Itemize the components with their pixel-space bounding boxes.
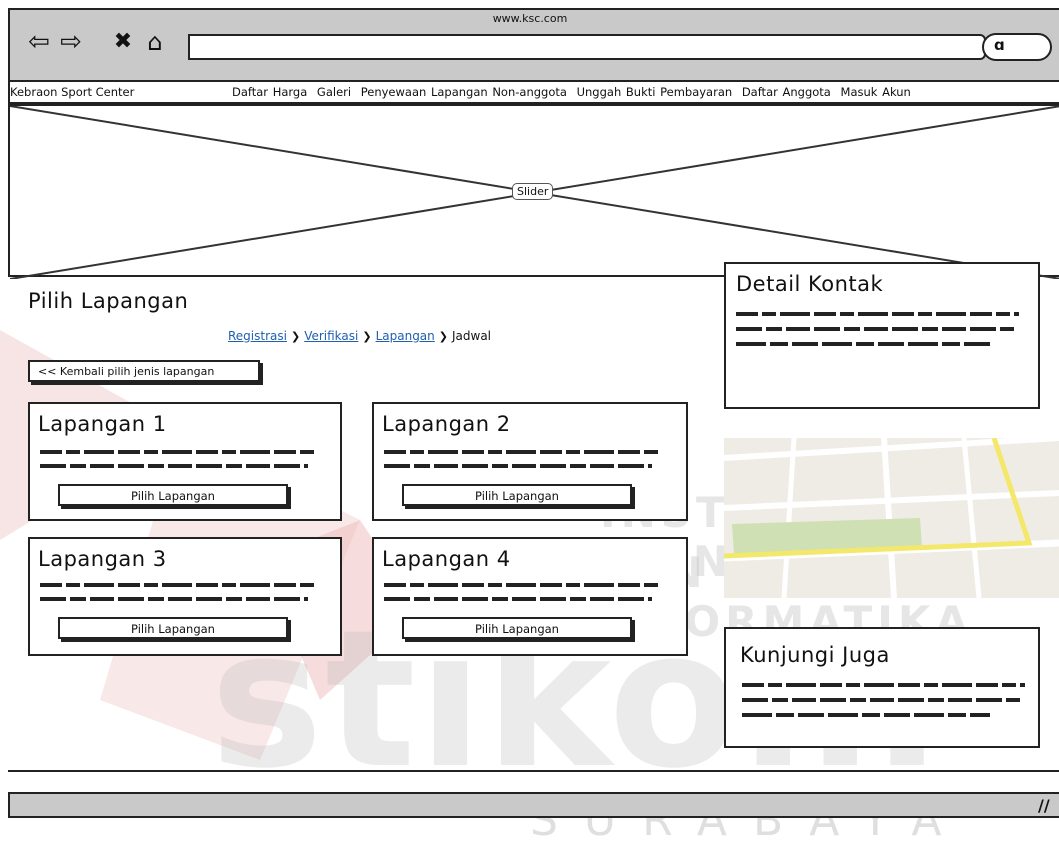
home-icon[interactable]: ⌂ (140, 28, 170, 56)
back-button[interactable]: << Kembali pilih jenis lapangan (28, 360, 260, 382)
kunjungi-juga-title: Kunjungi Juga (740, 643, 890, 667)
pilih-lapangan-button[interactable]: Pilih Lapangan (58, 617, 288, 639)
nav-link-penyewaan[interactable]: Penyewaan Lapangan Non-anggota (361, 85, 567, 99)
card-title: Lapangan 3 (38, 547, 167, 571)
forward-arrow-icon[interactable]: ⇨ (56, 28, 86, 56)
placeholder-text-lines (384, 450, 662, 468)
card-title: Lapangan 2 (382, 412, 511, 436)
map-image[interactable] (724, 438, 1059, 598)
placeholder-text-lines (40, 583, 318, 601)
card-lapangan-1: Lapangan 1 Pilih Lapangan (28, 402, 342, 521)
chevron-right-icon: ❯ (438, 330, 448, 343)
back-arrow-icon[interactable]: ⇦ (24, 28, 54, 56)
placeholder-text-lines (384, 583, 662, 601)
card-title: Lapangan 4 (382, 547, 511, 571)
chevron-right-icon: ❯ (290, 330, 301, 343)
breadcrumb: Registrasi ❯ Verifikasi ❯ Lapangan ❯ Jadwal (228, 329, 491, 343)
url-text: www.ksc.com (492, 12, 568, 25)
breadcrumb-current: Jadwal (452, 329, 492, 343)
search-icon[interactable]: ɑ (994, 36, 1005, 54)
pilih-lapangan-button[interactable]: Pilih Lapangan (402, 484, 632, 506)
nav-link-daftar-anggota[interactable]: Daftar Anggota (742, 85, 831, 99)
kunjungi-juga-panel: Kunjungi Juga (724, 627, 1040, 748)
site-name[interactable]: Kebraon Sport Center (10, 85, 134, 99)
breadcrumb-lapangan[interactable]: Lapangan (376, 329, 435, 343)
detail-kontak-title: Detail Kontak (736, 272, 884, 296)
placeholder-text-lines (40, 450, 318, 468)
chevron-right-icon: ❯ (362, 330, 372, 343)
card-title: Lapangan 1 (38, 412, 167, 436)
search-field[interactable] (982, 33, 1052, 61)
footer-divider (8, 770, 1059, 772)
nav-link-daftar-harga[interactable]: Daftar Harga (232, 85, 307, 99)
breadcrumb-registrasi[interactable]: Registrasi (228, 329, 287, 343)
close-icon[interactable]: ✖ (110, 28, 136, 56)
card-lapangan-4: Lapangan 4 Pilih Lapangan (372, 537, 688, 656)
map-icon (724, 438, 1059, 598)
card-lapangan-3: Lapangan 3 Pilih Lapangan (28, 537, 342, 656)
pilih-lapangan-button[interactable]: Pilih Lapangan (402, 617, 632, 639)
detail-kontak-panel: Detail Kontak (724, 262, 1040, 409)
nav-links: Daftar Harga Galeri Penyewaan Lapangan N… (232, 85, 916, 99)
resize-handle-icon[interactable]: // (1038, 796, 1050, 815)
breadcrumb-verifikasi[interactable]: Verifikasi (304, 329, 358, 343)
pilih-lapangan-button[interactable]: Pilih Lapangan (58, 484, 288, 506)
nav-link-galeri[interactable]: Galeri (317, 85, 351, 99)
card-lapangan-2: Lapangan 2 Pilih Lapangan (372, 402, 688, 521)
slider-label: Slider (512, 183, 554, 200)
page-title: Pilih Lapangan (28, 289, 189, 313)
nav-link-masuk-akun[interactable]: Masuk Akun (841, 85, 911, 99)
placeholder-text-lines (736, 312, 1019, 346)
address-bar[interactable] (188, 34, 986, 60)
placeholder-text-lines (742, 683, 1025, 717)
status-bar (8, 792, 1059, 818)
nav-link-unggah-bukti[interactable]: Unggah Bukti Pembayaran (577, 85, 733, 99)
